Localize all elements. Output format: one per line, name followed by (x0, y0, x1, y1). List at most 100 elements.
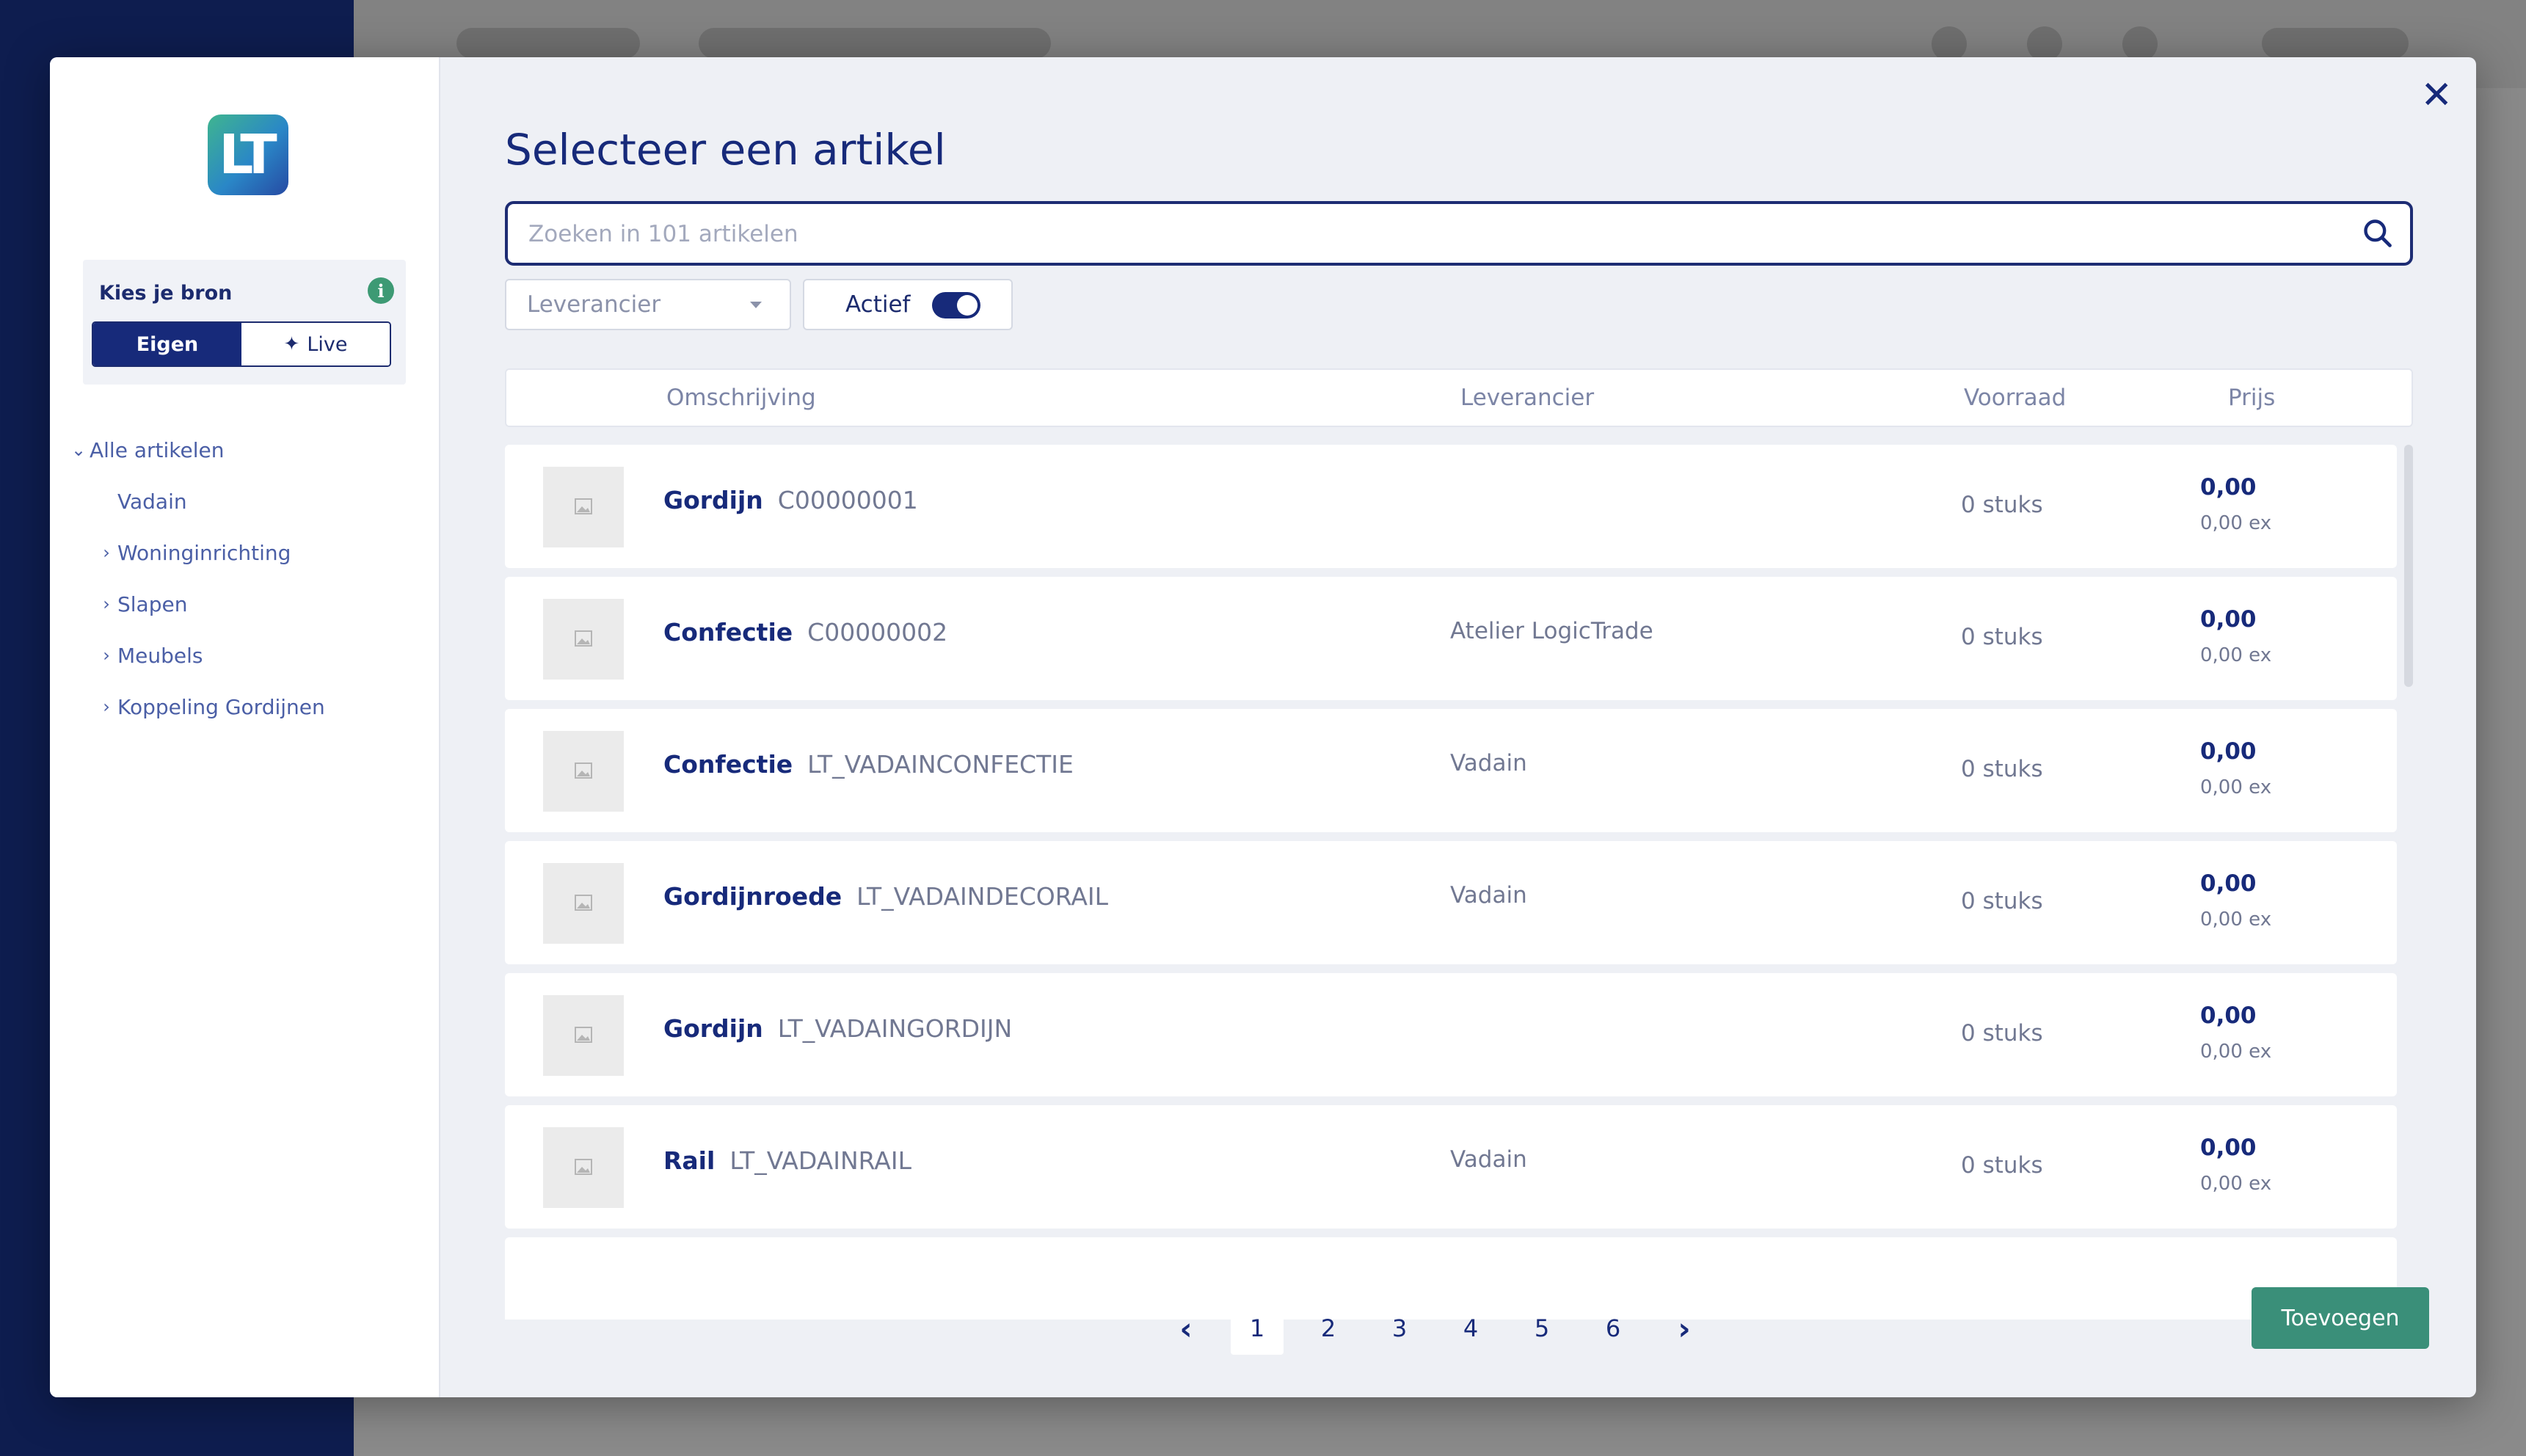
image-placeholder-icon (575, 1159, 592, 1175)
select-article-modal: LT Kies je bron i Eigen ✦ Live ⌄ Alle ar… (50, 57, 2476, 1397)
tree-item-woninginrichting[interactable]: › Woninginrichting (68, 527, 420, 578)
chevron-down-icon[interactable]: ⌄ (68, 440, 90, 460)
article-code: LT_VADAINGORDIJN (777, 1014, 1013, 1043)
tree-item-label: Alle artikelen (90, 437, 225, 462)
tree-item-slapen[interactable]: › Slapen (68, 578, 420, 630)
source-option-live[interactable]: ✦ Live (241, 323, 390, 365)
page-1[interactable]: 1 (1231, 1302, 1284, 1355)
article-stock: 0 stuks (1961, 492, 2043, 518)
toggle-knob (957, 295, 978, 316)
article-name-text: Gordijnroede (663, 882, 842, 911)
column-header-omschrijving[interactable]: Omschrijving (666, 385, 816, 411)
article-supplier: Vadain (1450, 750, 1527, 776)
chevron-right-icon[interactable]: › (95, 594, 117, 614)
product-thumbnail (543, 599, 624, 680)
add-button[interactable]: Toevoegen (2252, 1287, 2429, 1349)
next-page-icon[interactable]: › (1658, 1302, 1711, 1355)
page-6[interactable]: 6 (1587, 1302, 1639, 1355)
supplier-filter[interactable]: Leverancier (505, 279, 791, 330)
image-placeholder-icon (575, 762, 592, 779)
logo-text: LT (219, 123, 277, 186)
article-price: 0,00 (2200, 606, 2257, 633)
article-code: C00000002 (807, 618, 948, 647)
tree-item-koppeling-gordijnen[interactable]: › Koppeling Gordijnen (68, 681, 420, 732)
source-title: Kies je bron (99, 282, 233, 305)
article-code: LT_VADAINRAIL (729, 1146, 911, 1175)
article-stock: 0 stuks (1961, 1152, 2043, 1179)
article-name: Confectie C00000002 (663, 618, 947, 647)
search-icon[interactable] (2362, 217, 2394, 250)
article-price: 0,00 (2200, 738, 2257, 765)
image-placeholder-icon (575, 895, 592, 911)
tree-item-label: Vadain (117, 489, 187, 514)
table-row[interactable]: Rail LT_VADAINRAIL Vadain 0 stuks 0,00 0,… (505, 1105, 2397, 1228)
page-2[interactable]: 2 (1302, 1302, 1355, 1355)
product-thumbnail (543, 731, 624, 812)
article-supplier: Vadain (1450, 882, 1527, 909)
table-row[interactable]: Confectie C00000002 Atelier LogicTrade 0 … (505, 577, 2397, 700)
article-price-ex: 0,00 ex (2200, 909, 2272, 931)
list-scrollbar[interactable] (2404, 445, 2413, 687)
article-code: LT_VADAINDECORAIL (856, 882, 1109, 911)
column-header-leverancier[interactable]: Leverancier (1460, 385, 1594, 411)
article-price-ex: 0,00 ex (2200, 776, 2272, 798)
article-name-text: Confectie (663, 618, 793, 647)
close-icon[interactable]: ✕ (2420, 73, 2453, 117)
background-breadcrumb (456, 28, 640, 59)
tree-item-vadain[interactable]: Vadain (68, 476, 420, 527)
pagination: ‹ 1 2 3 4 5 6 › (1160, 1302, 1729, 1355)
chevron-right-icon[interactable]: › (95, 542, 117, 563)
table-row[interactable]: Gordijnroede LT_VADAINDECORAIL Vadain 0 s… (505, 841, 2397, 964)
background-icon (1932, 26, 1967, 62)
article-name: Gordijnroede LT_VADAINDECORAIL (663, 882, 1108, 911)
article-supplier: Vadain (1450, 1146, 1527, 1173)
dialog-title: Selecteer een artikel (505, 125, 946, 175)
tree-item-label: Koppeling Gordijnen (117, 694, 325, 719)
source-option-live-label: Live (307, 332, 348, 356)
image-placeholder-icon (575, 630, 592, 647)
article-price: 0,00 (2200, 1002, 2257, 1029)
search-input[interactable] (527, 204, 2291, 264)
article-price: 0,00 (2200, 1135, 2257, 1161)
page-3[interactable]: 3 (1373, 1302, 1426, 1355)
tree-item-label: Slapen (117, 592, 188, 616)
article-name: Gordijn LT_VADAINGORDIJN (663, 1014, 1012, 1043)
article-name-text: Gordijn (663, 1014, 763, 1043)
active-toggle[interactable] (932, 292, 980, 318)
page-5[interactable]: 5 (1515, 1302, 1568, 1355)
tree-item-label: Woninginrichting (117, 540, 291, 565)
product-thumbnail (543, 863, 624, 944)
background-page-title (699, 28, 1051, 59)
page-4[interactable]: 4 (1444, 1302, 1497, 1355)
article-price-ex: 0,00 ex (2200, 512, 2272, 534)
sparkle-icon: ✦ (283, 333, 300, 355)
previous-page-icon[interactable]: ‹ (1160, 1302, 1212, 1355)
active-filter: Actief (803, 279, 1013, 330)
product-thumbnail (543, 995, 624, 1076)
article-price-ex: 0,00 ex (2200, 1041, 2272, 1063)
chevron-right-icon[interactable]: › (95, 696, 117, 717)
background-icon (2122, 26, 2158, 62)
article-panel: ✕ Selecteer een artikel Leverancier Acti… (440, 57, 2476, 1397)
tree-item-alle-artikelen[interactable]: ⌄ Alle artikelen (68, 424, 420, 476)
product-thumbnail (543, 1127, 624, 1208)
article-name: Rail LT_VADAINRAIL (663, 1146, 911, 1175)
product-thumbnail (543, 467, 624, 547)
chevron-right-icon[interactable]: › (95, 645, 117, 666)
article-price-ex: 0,00 ex (2200, 644, 2272, 666)
article-name: Gordijn C00000001 (663, 486, 918, 514)
supplier-filter-placeholder: Leverancier (527, 291, 661, 318)
article-price: 0,00 (2200, 474, 2257, 500)
tree-item-meubels[interactable]: › Meubels (68, 630, 420, 681)
article-stock: 0 stuks (1961, 624, 2043, 650)
table-row[interactable]: Gordijn LT_VADAINGORDIJN 0 stuks 0,00 0,0… (505, 973, 2397, 1096)
column-header-voorraad[interactable]: Voorraad (1964, 385, 2066, 411)
article-price: 0,00 (2200, 870, 2257, 897)
article-supplier: Atelier LogicTrade (1450, 618, 1653, 644)
table-row[interactable]: Gordijn C00000001 0 stuks 0,00 0,00 ex (505, 445, 2397, 568)
table-row[interactable]: Confectie LT_VADAINCONFECTIE Vadain 0 stu… (505, 709, 2397, 832)
info-icon[interactable]: i (368, 277, 394, 304)
column-header-prijs[interactable]: Prijs (2228, 385, 2275, 411)
active-filter-label: Actief (845, 291, 911, 318)
source-option-eigen[interactable]: Eigen (93, 323, 241, 365)
